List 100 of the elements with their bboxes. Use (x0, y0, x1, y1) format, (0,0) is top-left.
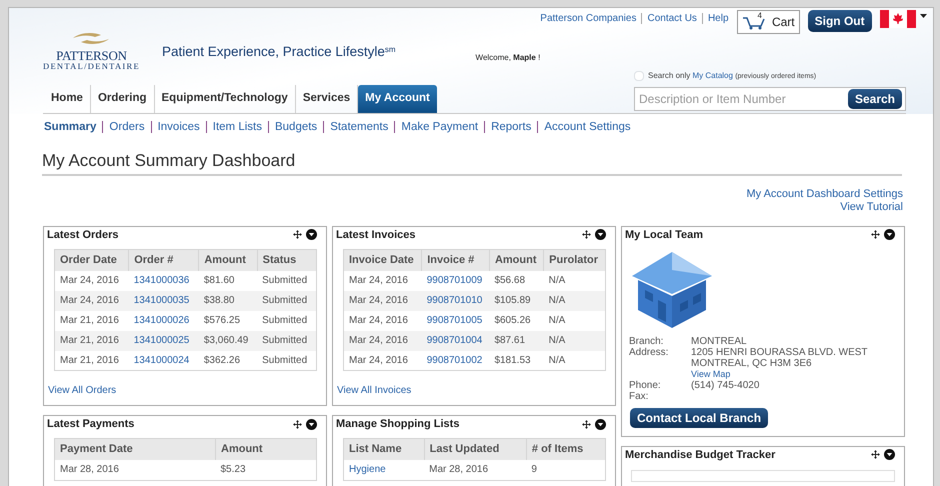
detail-label: Branch: (629, 336, 664, 346)
table-cell: Mar 28, 2016 (54, 460, 216, 480)
logo-subtitle: DENTAL/DENTAIRE (43, 62, 140, 72)
table-cell: $3,060.49 (198, 330, 258, 350)
table-cell: Submitted (257, 310, 316, 330)
subnav-link[interactable]: Statements (323, 120, 388, 132)
nav-tab[interactable]: Ordering (90, 85, 155, 112)
subnav-link[interactable]: Orders (102, 120, 145, 132)
column-header: Invoice # (422, 249, 490, 270)
table-cell: N/A (544, 330, 606, 350)
nav-tab[interactable]: My Account (358, 85, 437, 112)
table-cell: Mar 21, 2016 (54, 330, 129, 350)
table-cell: N/A (544, 310, 606, 330)
table-cell: Mar 24, 2016 (344, 350, 422, 370)
table-link[interactable]: 9908701002 (426, 354, 482, 366)
table-cell: $576.25 (198, 310, 258, 330)
logo-text: PATTERSON (56, 49, 127, 62)
table-cell: $87.61 (489, 330, 544, 350)
subnav-link[interactable]: Item Lists (206, 120, 262, 132)
panel-title: Manage Shopping Lists (336, 417, 460, 431)
nav-tab[interactable]: Equipment/Technology (154, 85, 296, 112)
table-cell: Mar 21, 2016 (54, 350, 129, 370)
table-link[interactable]: 1341000026 (134, 315, 190, 326)
panel-title: Merchandise Budget Tracker (625, 448, 776, 462)
table-link[interactable]: 1341000036 (134, 275, 190, 286)
table-cell: $56.68 (489, 270, 544, 290)
panel-title: Latest Payments (47, 417, 134, 431)
table-cell: $181.53 (489, 350, 544, 370)
subnav-link[interactable]: Account Settings (537, 120, 631, 132)
table-cell: $38.80 (198, 290, 258, 310)
header-link[interactable]: Help (702, 13, 729, 24)
table-cell: Mar 24, 2016 (344, 270, 422, 290)
cart-button[interactable]: 4 Cart (736, 10, 800, 34)
detail-value: 1205 HENRI BOURASSA BLVD. WEST (691, 346, 868, 358)
panel-title: My Local Team (625, 228, 704, 242)
search-field[interactable]: Description or Item Number Search (634, 86, 906, 110)
column-header: Amount (198, 249, 258, 270)
column-header: # of Items (526, 438, 606, 460)
column-header: Payment Date (54, 438, 216, 460)
table-cell: $5.23 (216, 460, 316, 480)
search-option-label: Search only (648, 71, 690, 80)
table-link[interactable]: 1341000024 (134, 354, 190, 366)
detail-value: MONTREAL, QC H3M 3E6 (691, 358, 813, 368)
table-cell: Mar 24, 2016 (344, 290, 422, 310)
table-link[interactable]: 9908701005 (426, 315, 482, 326)
table-cell: $81.60 (198, 270, 258, 290)
table-cell: Mar 24, 2016 (344, 330, 422, 350)
table-cell: Mar 28, 2016 (424, 460, 526, 480)
table-cell: Submitted (257, 290, 316, 310)
tagline: Patient Experience, Practice Lifestyle$^{sm}$ (162, 43, 396, 61)
table-cell: 9 (526, 460, 606, 480)
column-header: Amount (489, 249, 544, 270)
table-cell: N/A (544, 290, 606, 310)
column-header: Status (257, 249, 316, 270)
nav-tab[interactable]: Home (44, 85, 91, 112)
table-cell: Submitted (257, 330, 316, 350)
detail-label: Phone: (629, 380, 662, 390)
table-cell: Mar 24, 2016 (54, 270, 129, 290)
view-map-link[interactable]: View Map (691, 368, 868, 380)
subnav-link[interactable]: Invoices (150, 120, 200, 132)
header-link[interactable]: Patterson Companies (540, 13, 636, 24)
sign-out-button[interactable]: Sign Out (808, 10, 872, 32)
view-all-link[interactable]: View All Orders (48, 385, 317, 397)
table-cell: Mar 24, 2016 (54, 290, 129, 310)
subnav-link[interactable]: Reports (484, 120, 532, 132)
column-header: Order # (128, 249, 199, 270)
view-all-link[interactable]: View All Invoices (337, 385, 606, 397)
contact-branch-button[interactable]: Contact Local Branch (630, 408, 768, 428)
header-link[interactable]: Contact Us (641, 13, 697, 24)
subnav-link[interactable]: Make Payment (394, 120, 478, 132)
column-header: Last Updated (424, 438, 526, 460)
cart-label: Cart (772, 14, 795, 31)
subnav-link[interactable]: Summary (44, 120, 96, 132)
catalog-link[interactable]: My Catalog (692, 71, 733, 80)
dashboard-link[interactable]: View Tutorial (840, 200, 903, 212)
welcome-text: Welcome, Maple ! (476, 52, 540, 64)
table-cell: Mar 24, 2016 (344, 310, 422, 330)
table-cell: $605.26 (489, 310, 544, 330)
search-button[interactable]: Search (848, 88, 902, 108)
table-cell: $362.26 (198, 350, 258, 370)
subnav-link[interactable]: Budgets (268, 120, 318, 132)
column-header: Purolator (544, 249, 606, 270)
detail-value: (514) 745-4020 (691, 380, 760, 390)
cart-count: 4 (758, 12, 762, 20)
detail-label: Address: (629, 346, 670, 360)
column-header: Amount (216, 438, 316, 460)
table-cell: Submitted (257, 270, 316, 290)
column-header: List Name (344, 438, 424, 460)
table-cell: N/A (544, 270, 606, 290)
table-cell: Submitted (257, 350, 316, 370)
table-link[interactable]: Hygiene (349, 464, 386, 476)
column-header: Order Date (54, 249, 129, 270)
table-link[interactable]: 9908701009 (426, 275, 482, 286)
dashboard-link[interactable]: My Account Dashboard Settings (746, 188, 903, 200)
detail-label: Fax: (629, 390, 650, 402)
table-cell: $105.89 (489, 290, 544, 310)
detail-value: MONTREAL (691, 336, 747, 346)
table-cell: Mar 21, 2016 (54, 310, 129, 330)
table-cell: N/A (544, 350, 606, 370)
panel-title: Latest Orders (47, 228, 119, 242)
